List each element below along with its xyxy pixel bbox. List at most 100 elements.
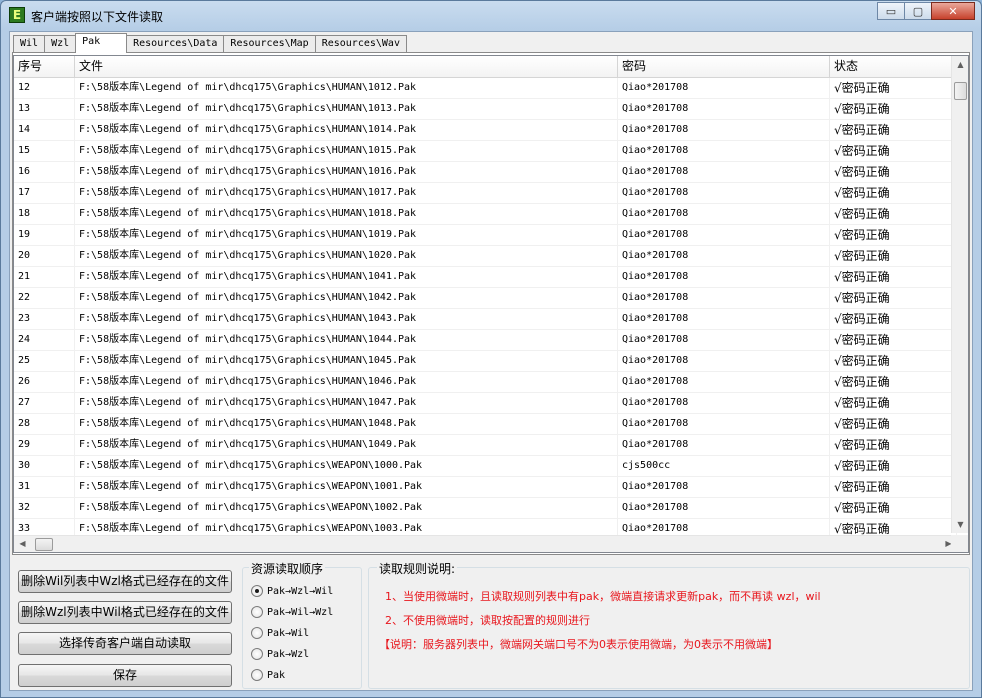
select-client-button[interactable]: 选择传奇客户端自动读取 <box>18 632 232 655</box>
order-option-5[interactable]: Pak <box>251 667 285 683</box>
table-row[interactable]: 15 F:\58版本库\Legend of mir\dhcq175\Graphic… <box>14 141 957 162</box>
cell-status: √密码正确 <box>830 330 957 351</box>
minimize-icon: ▭ <box>885 4 897 18</box>
table-row[interactable]: 19 F:\58版本库\Legend of mir\dhcq175\Graphic… <box>14 225 957 246</box>
table-row[interactable]: 17 F:\58版本库\Legend of mir\dhcq175\Graphic… <box>14 183 957 204</box>
radio-icon[interactable] <box>251 648 263 660</box>
cell-password: Qiao*201708 <box>618 351 830 372</box>
radio-icon[interactable] <box>251 669 263 681</box>
cell-password: Qiao*201708 <box>618 435 830 456</box>
column-header-index[interactable]: 序号 <box>14 56 75 78</box>
table-row[interactable]: 18 F:\58版本库\Legend of mir\dhcq175\Graphic… <box>14 204 957 225</box>
table-row[interactable]: 28 F:\58版本库\Legend of mir\dhcq175\Graphic… <box>14 414 957 435</box>
column-header-status[interactable]: 状态 <box>830 56 957 78</box>
cell-file: F:\58版本库\Legend of mir\dhcq175\Graphics\… <box>75 267 618 288</box>
horizontal-scroll-thumb[interactable] <box>35 538 53 551</box>
cell-file: F:\58版本库\Legend of mir\dhcq175\Graphics\… <box>75 330 618 351</box>
horizontal-scrollbar[interactable]: ◀ ▶ <box>14 535 957 552</box>
minimize-button[interactable]: ▭ <box>877 2 905 20</box>
table-row[interactable]: 22 F:\58版本库\Legend of mir\dhcq175\Graphic… <box>14 288 957 309</box>
table-row[interactable]: 14 F:\58版本库\Legend of mir\dhcq175\Graphic… <box>14 120 957 141</box>
delete-wil-duplicates-button[interactable]: 删除Wil列表中Wzl格式已经存在的文件 <box>18 570 232 593</box>
table-row[interactable]: 16 F:\58版本库\Legend of mir\dhcq175\Graphic… <box>14 162 957 183</box>
cell-status: √密码正确 <box>830 78 957 99</box>
cell-status: √密码正确 <box>830 477 957 498</box>
cell-password: Qiao*201708 <box>618 393 830 414</box>
cell-index: 28 <box>14 414 75 435</box>
save-button[interactable]: 保存 <box>18 664 232 687</box>
table-row[interactable]: 13 F:\58版本库\Legend of mir\dhcq175\Graphic… <box>14 99 957 120</box>
cell-password: Qiao*201708 <box>618 162 830 183</box>
tab-resources-map[interactable]: Resources\Map <box>223 35 316 53</box>
client-area: Wil Wzl Pak Resources\Data Resources\Map… <box>9 31 973 691</box>
scroll-down-icon[interactable]: ▼ <box>952 516 968 533</box>
column-header-password[interactable]: 密码 <box>618 56 830 78</box>
radio-icon[interactable] <box>251 606 263 618</box>
title-bar[interactable]: E 客户端按照以下文件读取 ▭ ▢ ✕ <box>1 1 981 31</box>
cell-file: F:\58版本库\Legend of mir\dhcq175\Graphics\… <box>75 456 618 477</box>
list-header: 序号 文件 密码 状态 <box>14 56 957 78</box>
cell-status: √密码正确 <box>830 204 957 225</box>
vertical-scroll-thumb[interactable] <box>954 82 967 100</box>
cell-password: Qiao*201708 <box>618 267 830 288</box>
order-option-2[interactable]: Pak→Wil→Wzl <box>251 604 333 620</box>
close-button[interactable]: ✕ <box>931 2 975 20</box>
scroll-left-icon[interactable]: ◀ <box>14 536 31 552</box>
table-row[interactable]: 29 F:\58版本库\Legend of mir\dhcq175\Graphic… <box>14 435 957 456</box>
table-row[interactable]: 27 F:\58版本库\Legend of mir\dhcq175\Graphic… <box>14 393 957 414</box>
cell-status: √密码正确 <box>830 288 957 309</box>
cell-file: F:\58版本库\Legend of mir\dhcq175\Graphics\… <box>75 141 618 162</box>
cell-index: 22 <box>14 288 75 309</box>
cell-index: 23 <box>14 309 75 330</box>
cell-index: 27 <box>14 393 75 414</box>
cell-file: F:\58版本库\Legend of mir\dhcq175\Graphics\… <box>75 120 618 141</box>
cell-file: F:\58版本库\Legend of mir\dhcq175\Graphics\… <box>75 99 618 120</box>
table-row[interactable]: 26 F:\58版本库\Legend of mir\dhcq175\Graphic… <box>14 372 957 393</box>
cell-file: F:\58版本库\Legend of mir\dhcq175\Graphics\… <box>75 372 618 393</box>
tab-wzl[interactable]: Wzl <box>44 35 77 53</box>
cell-password: Qiao*201708 <box>618 225 830 246</box>
order-option-label: Pak→Wzl→Wil <box>267 585 334 597</box>
table-row[interactable]: 24 F:\58版本库\Legend of mir\dhcq175\Graphic… <box>14 330 957 351</box>
tab-pak[interactable]: Pak <box>75 33 128 53</box>
cell-file: F:\58版本库\Legend of mir\dhcq175\Graphics\… <box>75 498 618 519</box>
table-row[interactable]: 12 F:\58版本库\Legend of mir\dhcq175\Graphic… <box>14 78 957 99</box>
read-order-group: 资源读取顺序 Pak→Wzl→Wil Pak→Wil→Wzl Pak→Wil P… <box>242 560 362 689</box>
radio-checked-icon[interactable] <box>251 585 263 597</box>
tab-wil[interactable]: Wil <box>13 35 46 53</box>
tab-resources-data[interactable]: Resources\Data <box>126 35 225 53</box>
vertical-scrollbar[interactable]: ▲ ▼ <box>951 56 968 533</box>
cell-status: √密码正确 <box>830 393 957 414</box>
column-header-file[interactable]: 文件 <box>75 56 618 78</box>
tab-resources-wav[interactable]: Resources\Wav <box>314 35 407 53</box>
close-icon: ✕ <box>948 4 958 18</box>
table-row[interactable]: 30 F:\58版本库\Legend of mir\dhcq175\Graphic… <box>14 456 957 477</box>
order-option-3[interactable]: Pak→Wil <box>251 625 309 641</box>
cell-index: 17 <box>14 183 75 204</box>
file-list[interactable]: 序号 文件 密码 状态 12 F:\58版本库\Legend of mir\dhc… <box>13 55 969 553</box>
cell-password: Qiao*201708 <box>618 78 830 99</box>
cell-status: √密码正确 <box>830 267 957 288</box>
table-row[interactable]: 32 F:\58版本库\Legend of mir\dhcq175\Graphic… <box>14 498 957 519</box>
window-controls: ▭ ▢ ✕ <box>877 2 975 20</box>
table-row[interactable]: 21 F:\58版本库\Legend of mir\dhcq175\Graphic… <box>14 267 957 288</box>
table-row[interactable]: 23 F:\58版本库\Legend of mir\dhcq175\Graphic… <box>14 309 957 330</box>
order-option-1[interactable]: Pak→Wzl→Wil <box>251 583 333 599</box>
radio-icon[interactable] <box>251 627 263 639</box>
cell-index: 13 <box>14 99 75 120</box>
cell-password: Qiao*201708 <box>618 372 830 393</box>
cell-index: 24 <box>14 330 75 351</box>
table-row[interactable]: 31 F:\58版本库\Legend of mir\dhcq175\Graphic… <box>14 477 957 498</box>
order-option-4[interactable]: Pak→Wzl <box>251 646 309 662</box>
cell-status: √密码正确 <box>830 99 957 120</box>
table-row[interactable]: 25 F:\58版本库\Legend of mir\dhcq175\Graphic… <box>14 351 957 372</box>
cell-password: Qiao*201708 <box>618 288 830 309</box>
scroll-corner <box>951 535 968 552</box>
scroll-up-icon[interactable]: ▲ <box>952 56 968 73</box>
maximize-button[interactable]: ▢ <box>904 2 932 20</box>
table-row[interactable]: 20 F:\58版本库\Legend of mir\dhcq175\Graphic… <box>14 246 957 267</box>
delete-wzl-duplicates-button[interactable]: 删除Wzl列表中Wil格式已经存在的文件 <box>18 601 232 624</box>
rule-line-2: 2、不使用微端时，读取按配置的规则进行 <box>385 614 590 627</box>
cell-index: 18 <box>14 204 75 225</box>
rule-line-1: 1、当使用微端时，且读取规则列表中有pak，微端直接请求更新pak，而不再读 w… <box>385 590 821 603</box>
